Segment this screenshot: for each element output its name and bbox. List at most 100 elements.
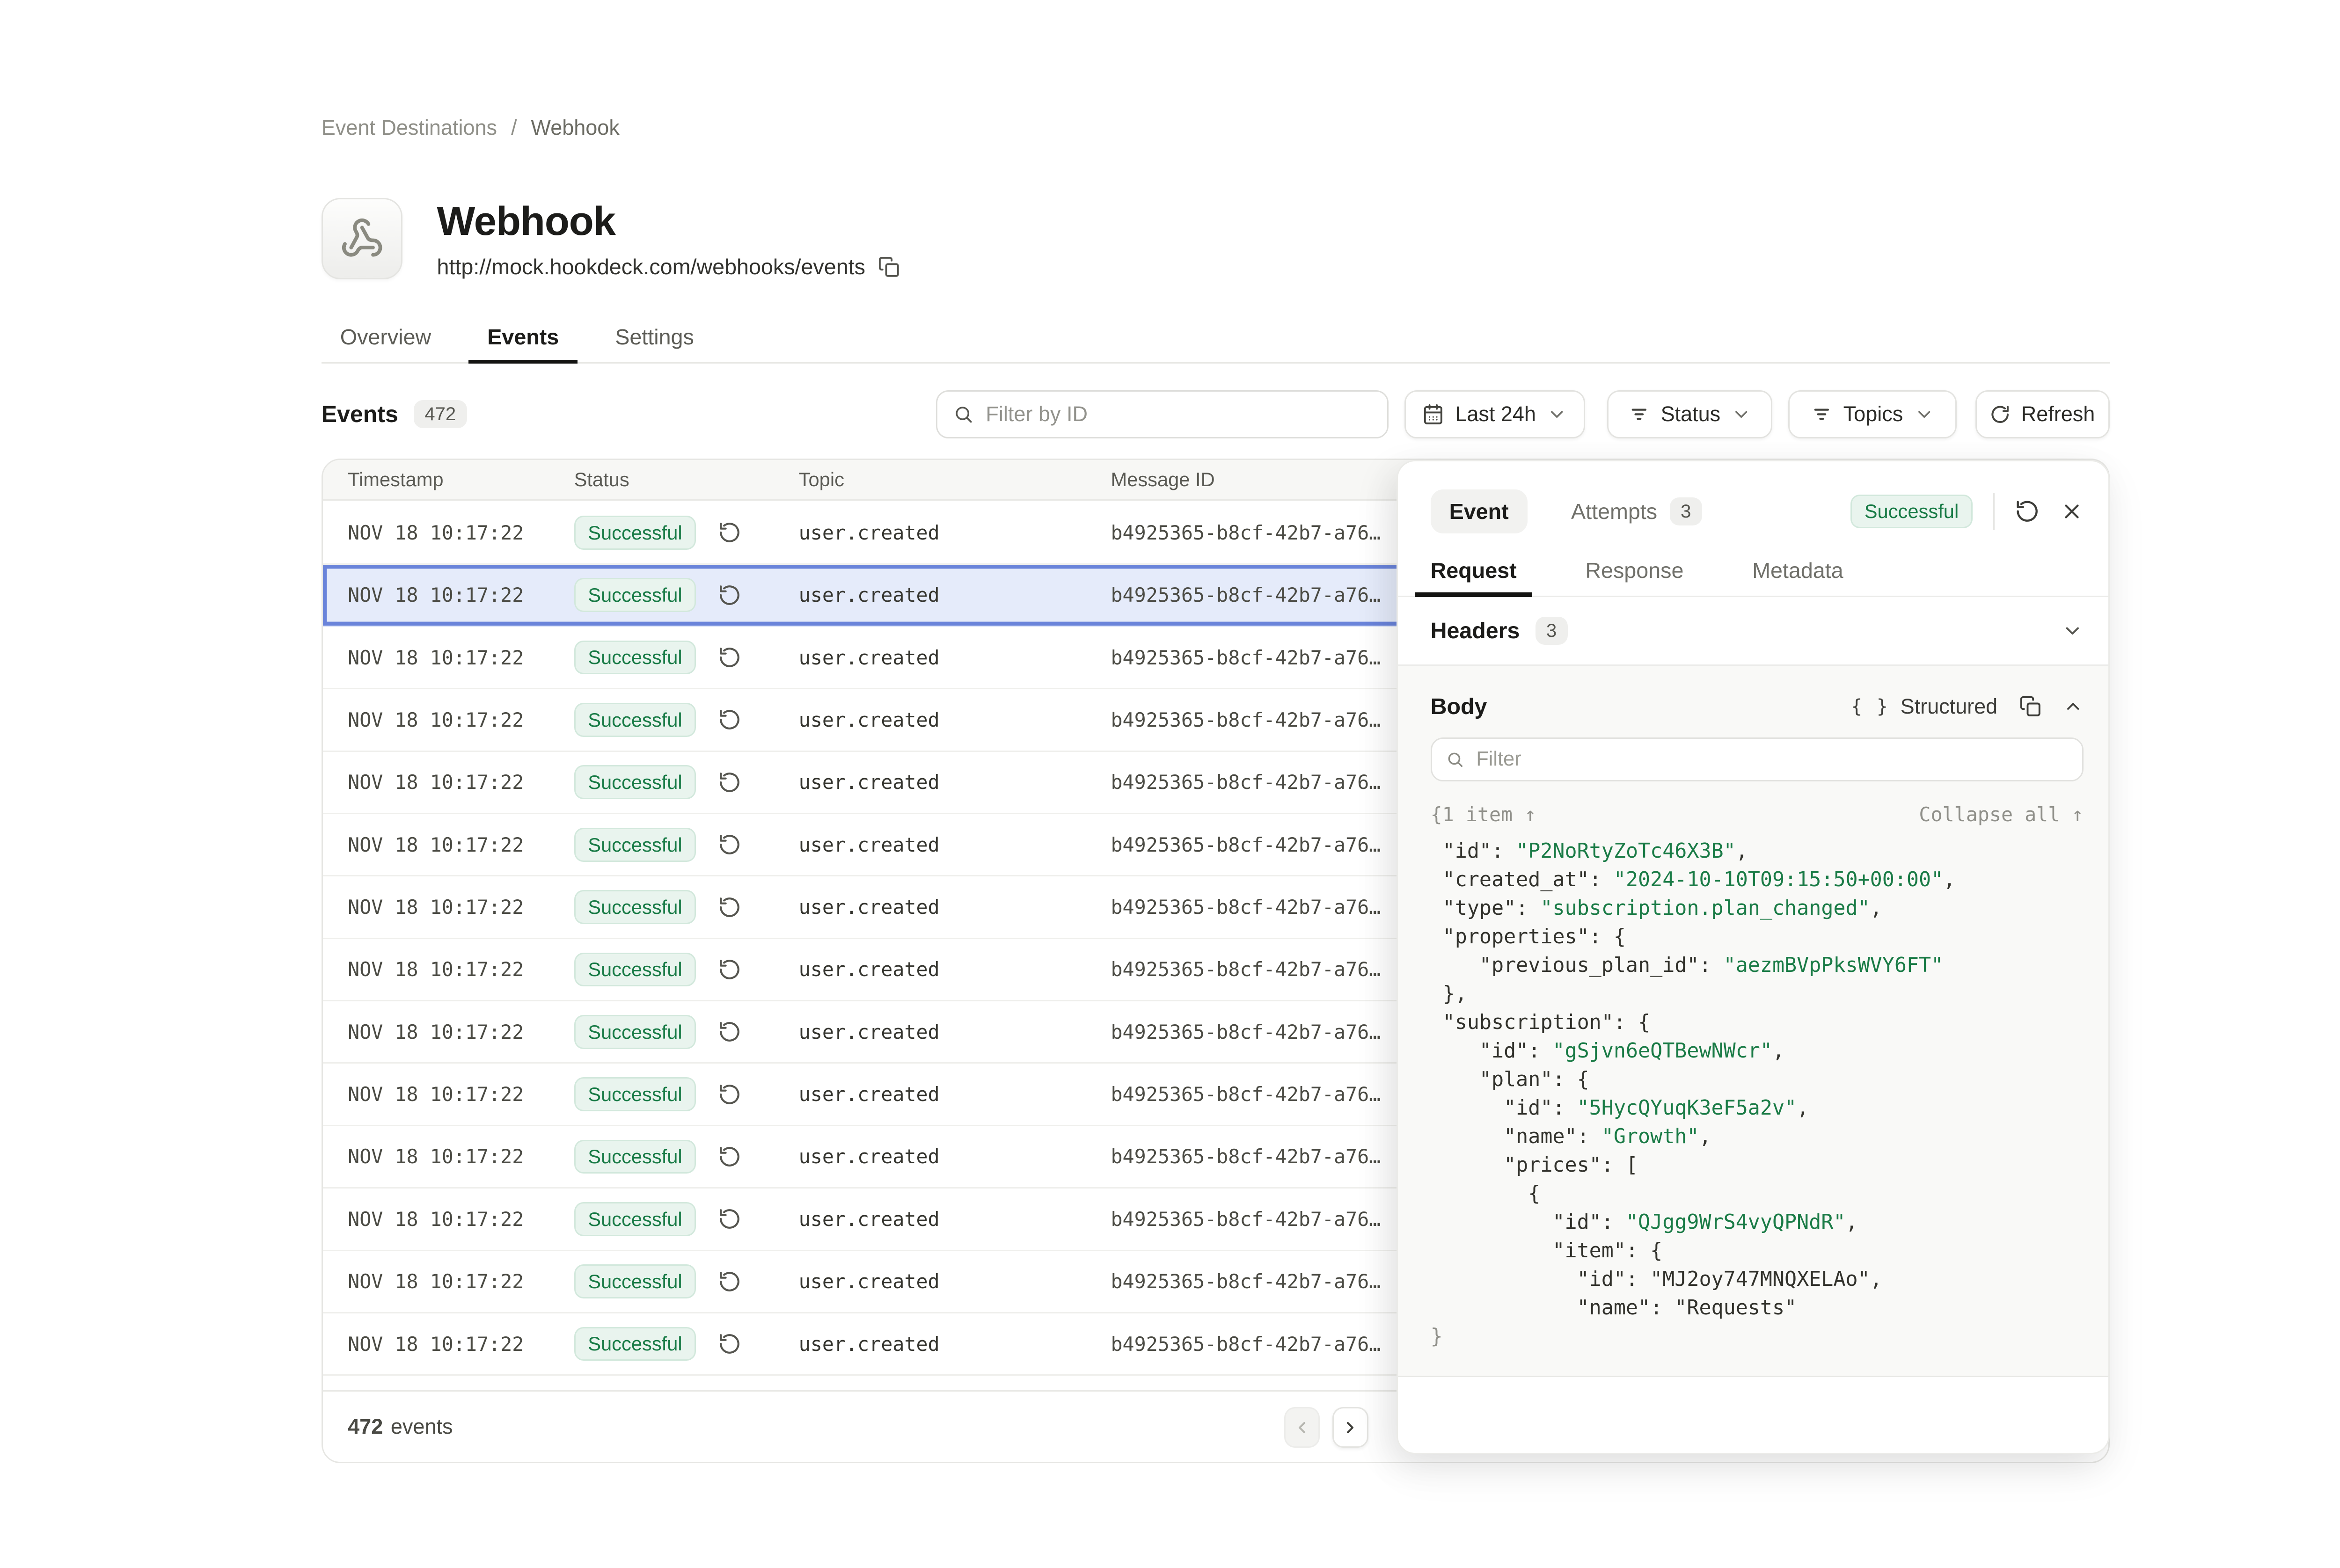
topic-cell: user.created	[799, 896, 1111, 919]
retry-icon	[718, 771, 741, 794]
column-header-status: Status	[574, 468, 799, 491]
retry-icon	[718, 1020, 741, 1043]
events-table-card: TimestampStatusTopicMessage ID NOV 18 10…	[322, 459, 2110, 1463]
column-header-topic: Topic	[799, 468, 1111, 491]
refresh-label: Refresh	[2021, 402, 2095, 426]
search-icon	[1446, 750, 1464, 769]
timestamp-cell: NOV 18 10:17:22	[348, 1333, 574, 1356]
tab-overview[interactable]: Overview	[322, 314, 450, 364]
timestamp-cell: NOV 18 10:17:22	[348, 896, 574, 919]
timestamp-cell: NOV 18 10:17:22	[348, 583, 574, 606]
status-badge: Successful	[574, 578, 696, 612]
topic-cell: user.created	[799, 833, 1111, 856]
retry-row-button[interactable]	[718, 771, 741, 794]
content-tab-request[interactable]: Request	[1415, 549, 1532, 597]
json-line: "type": "subscription.plan_changed",	[1431, 894, 2084, 923]
topic-cell: user.created	[799, 708, 1111, 731]
headers-section-toggle[interactable]: Headers 3	[1398, 597, 2108, 666]
json-line: }	[1431, 1322, 2084, 1351]
detail-tab-attempts[interactable]: Attempts3	[1552, 488, 1721, 535]
collapse-body-button[interactable]	[2063, 696, 2083, 716]
retry-row-button[interactable]	[718, 1270, 741, 1293]
body-filter-box	[1431, 737, 2084, 781]
breadcrumb-item-event-destinations[interactable]: Event Destinations	[322, 116, 497, 140]
status-cell: Successful	[574, 1327, 799, 1361]
tab-events[interactable]: Events	[468, 314, 578, 364]
retry-row-button[interactable]	[718, 1020, 741, 1043]
content-tab-metadata[interactable]: Metadata	[1737, 549, 1859, 597]
retry-row-button[interactable]	[718, 958, 741, 981]
timestamp-cell: NOV 18 10:17:22	[348, 1083, 574, 1106]
prev-page-button[interactable]	[1284, 1407, 1320, 1448]
retry-icon	[718, 896, 741, 919]
last-24h-filter-button[interactable]: Last 24h	[1404, 390, 1586, 438]
retry-row-button[interactable]	[718, 1332, 741, 1356]
next-page-button[interactable]	[1332, 1407, 1368, 1448]
status-filter-button[interactable]: Status	[1607, 390, 1772, 438]
copy-body-button[interactable]	[2019, 695, 2041, 717]
json-line: "subscription": {	[1431, 1008, 2084, 1037]
retry-row-button[interactable]	[718, 646, 741, 669]
content-tab-response[interactable]: Response	[1570, 549, 1699, 597]
retry-row-button[interactable]	[718, 1083, 741, 1106]
retry-icon	[718, 646, 741, 669]
body-section: Body { } Structured	[1398, 666, 2108, 1377]
divider	[1993, 493, 1994, 530]
status-cell: Successful	[574, 578, 799, 612]
topic-cell: user.created	[799, 958, 1111, 981]
filter-icon	[1811, 403, 1833, 425]
json-line: "properties": {	[1431, 923, 2084, 951]
pagination	[1284, 1407, 1368, 1448]
retry-row-button[interactable]	[718, 896, 741, 919]
body-filter-input[interactable]	[1476, 748, 2068, 771]
structured-mode-toggle[interactable]: { } Structured	[1851, 694, 1997, 719]
status-cell: Successful	[574, 828, 799, 862]
retry-row-button[interactable]	[718, 1145, 741, 1168]
column-header-timestamp: Timestamp	[348, 468, 574, 491]
status-badge: Successful	[1850, 495, 1973, 529]
topic-cell: user.created	[799, 771, 1111, 794]
collapse-all-button[interactable]: Collapse all ↑	[1919, 803, 2083, 826]
structured-label: Structured	[1901, 694, 1998, 719]
retry-icon	[718, 1145, 741, 1168]
filter-label: Last 24h	[1455, 402, 1536, 426]
breadcrumb-separator: /	[511, 116, 517, 140]
status-cell: Successful	[574, 1264, 799, 1298]
refresh-button[interactable]: Refresh	[1975, 390, 2110, 438]
retry-row-button[interactable]	[718, 1207, 741, 1231]
status-badge: Successful	[574, 890, 696, 924]
timestamp-cell: NOV 18 10:17:22	[348, 1270, 574, 1293]
detail-tab-label: Event	[1449, 499, 1509, 524]
timestamp-cell: NOV 18 10:17:22	[348, 646, 574, 669]
retry-event-button[interactable]	[2015, 499, 2040, 524]
status-cell: Successful	[574, 765, 799, 799]
topics-filter-button[interactable]: Topics	[1788, 390, 1957, 438]
json-viewer: "id": "P2NoRtyZoTc46X3B","created_at": "…	[1431, 837, 2084, 1351]
retry-row-button[interactable]	[718, 833, 741, 856]
search-icon	[953, 403, 973, 425]
json-line: "previous_plan_id": "aezmBVpPksWVY6FT"	[1431, 951, 2084, 980]
detail-header: Event Attempts3 Successful	[1398, 461, 2108, 540]
body-section-label: Body	[1431, 693, 1487, 720]
retry-row-button[interactable]	[718, 521, 741, 544]
json-line: "item": {	[1431, 1237, 2084, 1265]
timestamp-cell: NOV 18 10:17:22	[348, 1145, 574, 1168]
webhook-events-page: Event Destinations / Webhook Webhook htt…	[0, 0, 2340, 1568]
status-badge: Successful	[574, 1327, 696, 1361]
items-expand-toggle[interactable]: {1 item ↑	[1431, 803, 1536, 826]
retry-icon	[718, 958, 741, 981]
filter-label: Status	[1661, 402, 1721, 426]
detail-tab-event[interactable]: Event	[1431, 489, 1528, 533]
timestamp-cell: NOV 18 10:17:22	[348, 708, 574, 731]
tab-settings[interactable]: Settings	[596, 314, 713, 364]
copy-url-button[interactable]	[878, 256, 900, 278]
close-panel-button[interactable]	[2060, 500, 2084, 523]
chevron-down-icon	[1731, 404, 1751, 424]
retry-icon	[718, 583, 741, 607]
retry-icon	[718, 1270, 741, 1293]
search-input[interactable]	[986, 402, 1372, 426]
retry-row-button[interactable]	[718, 708, 741, 731]
retry-row-button[interactable]	[718, 583, 741, 607]
json-line: "plan": {	[1431, 1065, 2084, 1094]
timestamp-cell: NOV 18 10:17:22	[348, 771, 574, 794]
